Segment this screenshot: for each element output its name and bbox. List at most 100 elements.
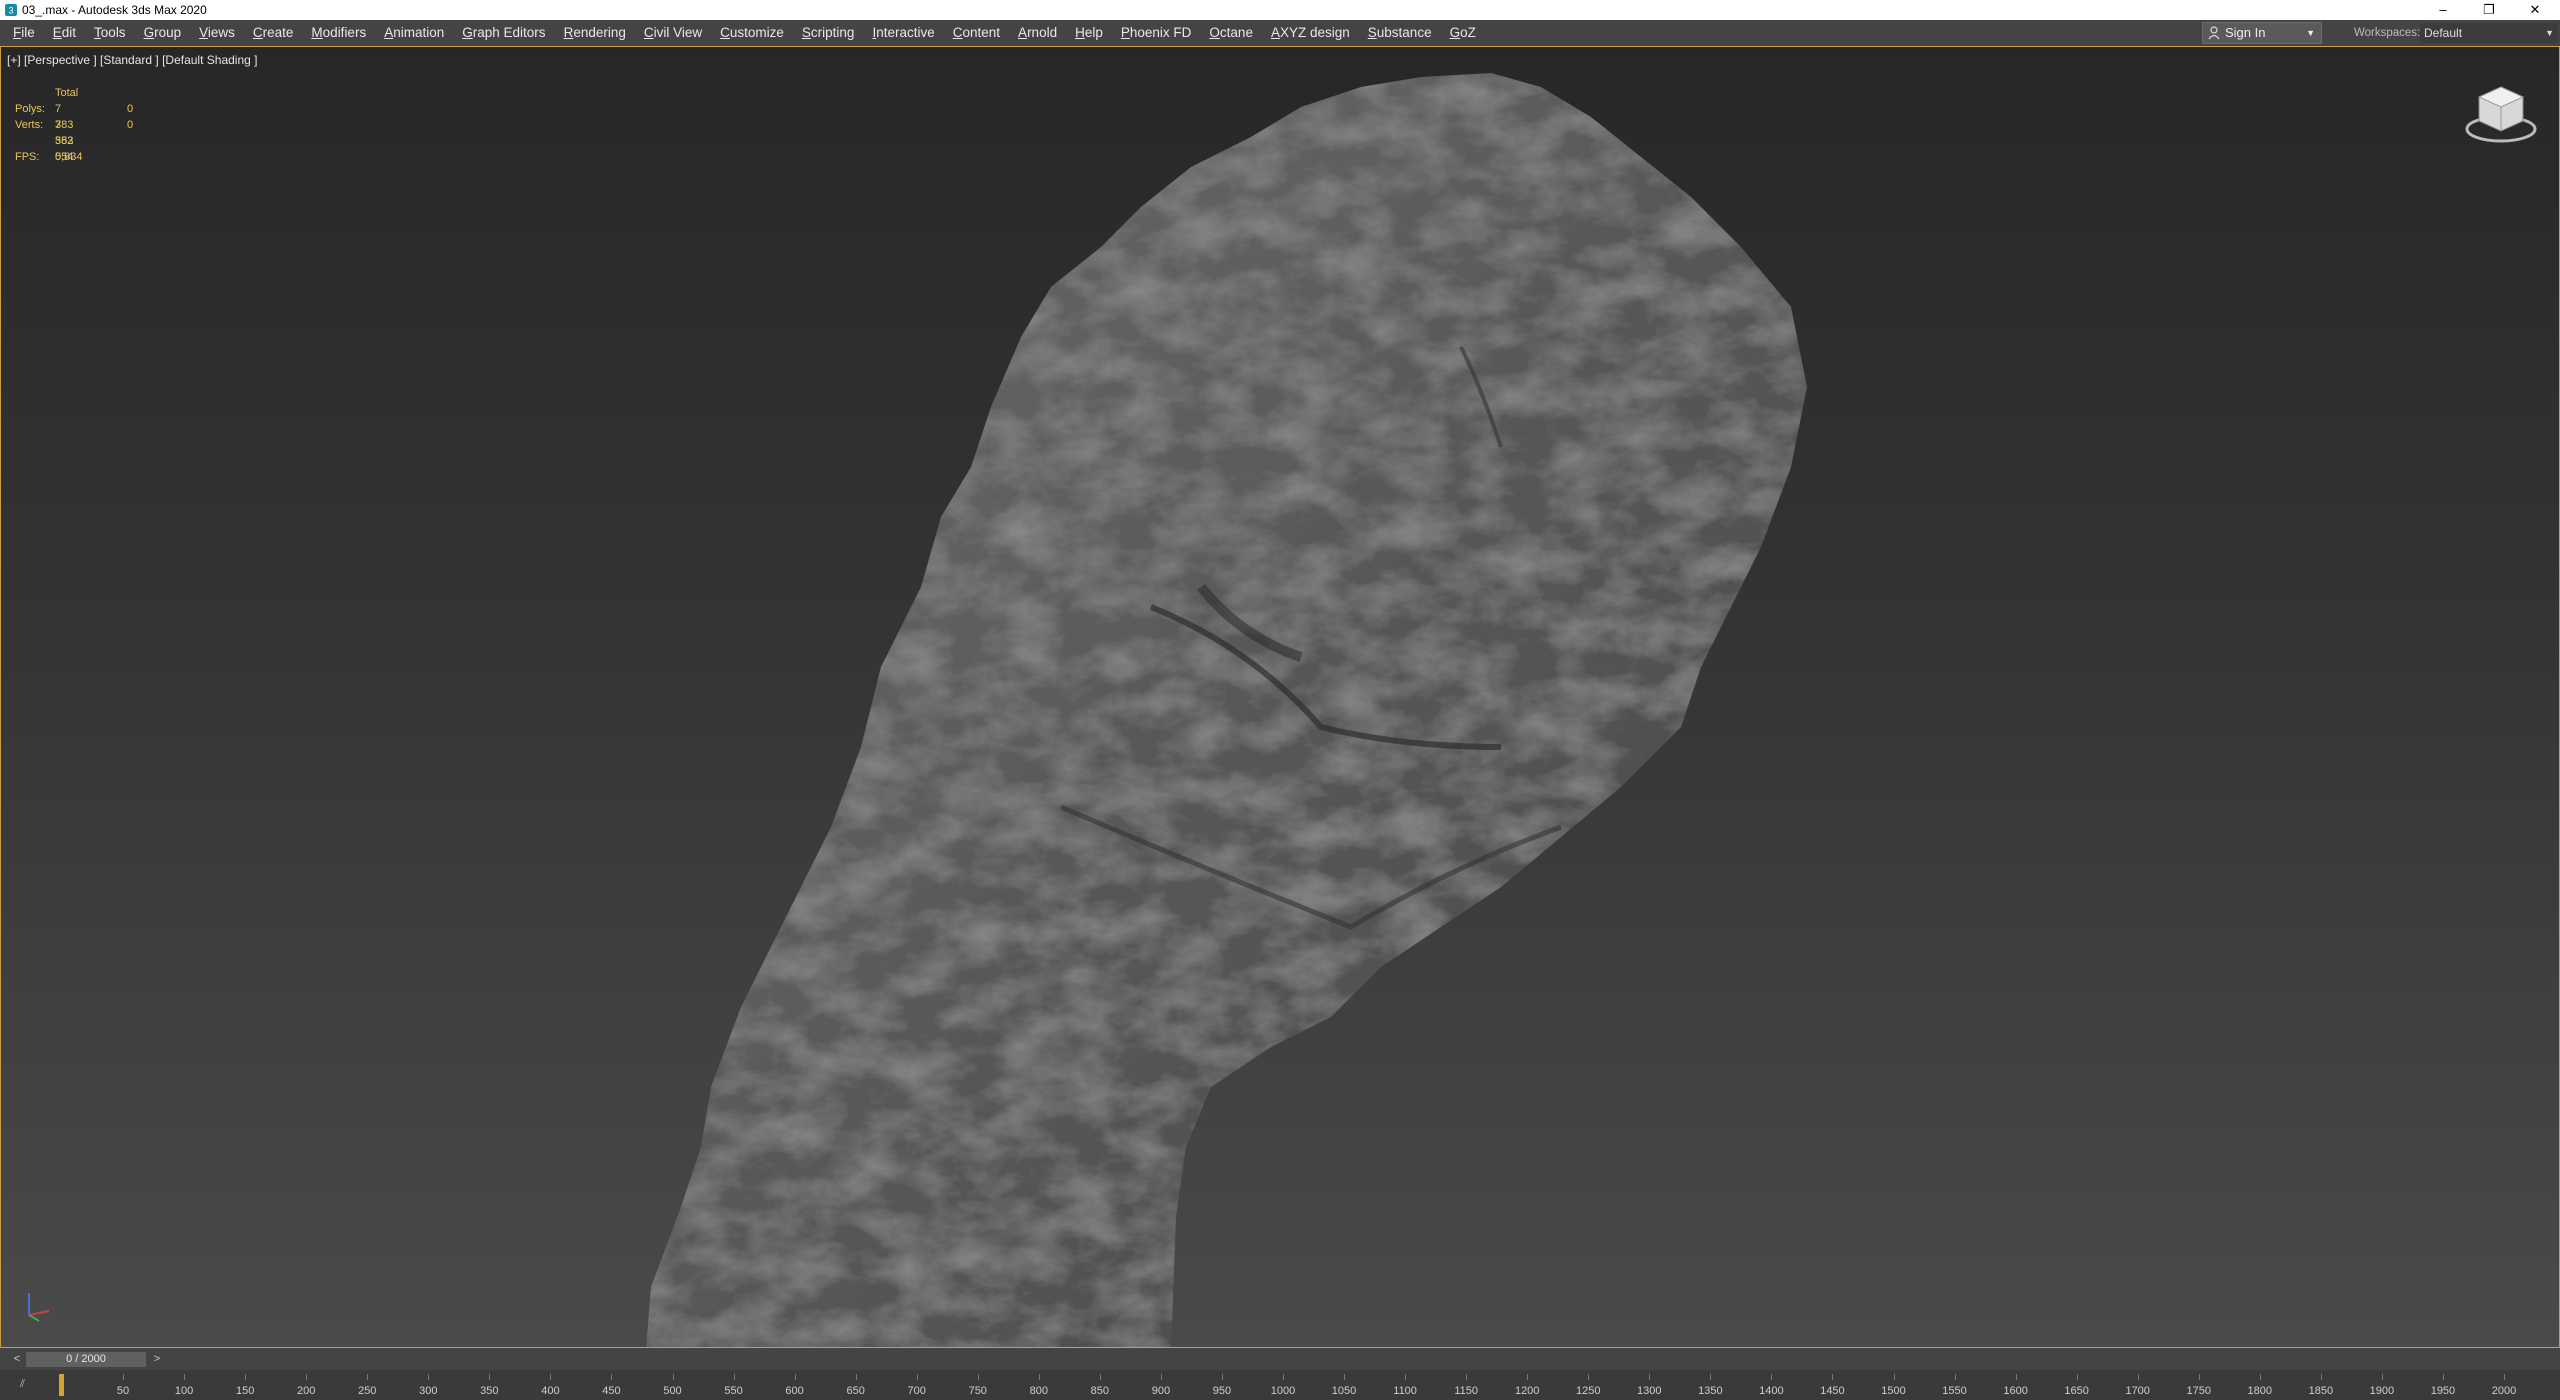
tick-label: 1550 <box>1942 1385 1967 1397</box>
tick-label: 1750 <box>2186 1385 2211 1397</box>
menu-help[interactable]: Help <box>1066 20 1112 46</box>
sign-in-label: Sign In <box>2225 25 2266 40</box>
menu-tools[interactable]: Tools <box>85 20 135 46</box>
menu-scripting[interactable]: Scripting <box>793 20 864 46</box>
menu-customize[interactable]: Customize <box>711 20 793 46</box>
tick-label: 1400 <box>1759 1385 1784 1397</box>
viewport-label[interactable]: [+] [Perspective ] [Standard ] [Default … <box>7 53 257 67</box>
fps-value: 0,834 <box>55 151 83 163</box>
minimize-button[interactable]: – <box>2420 0 2466 20</box>
window-title: 03_.max - Autodesk 3ds Max 2020 <box>22 3 207 17</box>
tick-label: 1450 <box>1820 1385 1845 1397</box>
menu-substance[interactable]: Substance <box>1359 20 1441 46</box>
menu-modifiers[interactable]: Modifiers <box>302 20 375 46</box>
time-slider-handle[interactable]: 0 / 2000 <box>26 1352 146 1367</box>
tick-label: 1300 <box>1637 1385 1662 1397</box>
previous-frame-button[interactable]: < <box>10 1352 24 1366</box>
tick-mark <box>428 1374 430 1380</box>
tick-mark <box>1954 1374 1956 1380</box>
tick-mark <box>1038 1374 1040 1380</box>
tick-mark <box>2198 1374 2200 1380</box>
tick-mark <box>977 1374 979 1380</box>
tick-label: 1650 <box>2064 1385 2089 1397</box>
curve-editor-icon[interactable]: ⫽ <box>20 1378 25 1391</box>
menu-animation[interactable]: Animation <box>375 20 453 46</box>
workspaces-label: Workspaces: <box>2354 27 2421 39</box>
tick-label: 800 <box>1029 1385 1048 1397</box>
track-bar[interactable]: ⫽ 50 100 150 200 250 300 350 400 450 500 550 600 650… <box>0 1370 2560 1400</box>
tick-mark <box>1893 1374 1895 1380</box>
menu-file[interactable]: File <box>4 20 44 46</box>
menu-graph-editors[interactable]: Graph Editors <box>453 20 554 46</box>
menu-rendering[interactable]: Rendering <box>555 20 635 46</box>
tick-mark <box>733 1374 735 1380</box>
menu-edit[interactable]: Edit <box>44 20 85 46</box>
tick-mark <box>1588 1374 1590 1380</box>
tick-mark <box>245 1374 247 1380</box>
tick-label: 100 <box>174 1385 194 1397</box>
tick-label: 1900 <box>2369 1385 2395 1397</box>
perspective-viewport[interactable]: [+] [Perspective ] [Standard ] [Default … <box>0 46 2560 1348</box>
tick-label: 1800 <box>2247 1385 2273 1397</box>
tick-mark <box>1099 1374 1101 1380</box>
tick-label: 700 <box>907 1385 926 1397</box>
tick-label: 1950 <box>2430 1385 2456 1397</box>
tick-mark <box>1344 1374 1346 1380</box>
time-slider: < 0 / 2000 > <box>0 1348 2560 1370</box>
tick-label: 950 <box>1212 1385 1232 1397</box>
menu-group[interactable]: Group <box>135 20 191 46</box>
tick-mark <box>1527 1374 1529 1380</box>
tick-label: 250 <box>358 1385 377 1397</box>
tick-mark <box>1283 1374 1284 1380</box>
tick-label: 1600 <box>2003 1385 2028 1397</box>
restore-button[interactable]: ❐ <box>2466 0 2512 20</box>
close-button[interactable]: ✕ <box>2512 0 2558 20</box>
menu-phoenix-fd[interactable]: Phoenix FD <box>1112 20 1201 46</box>
sign-in-dropdown[interactable]: Sign In ▼ <box>2202 22 2322 44</box>
tick-mark <box>1405 1374 1407 1380</box>
menu-interactive[interactable]: Interactive <box>863 20 943 46</box>
polys-label: Polys: <box>15 103 45 115</box>
menu-create[interactable]: Create <box>244 20 303 46</box>
tick-label: 750 <box>968 1385 987 1397</box>
tick-mark <box>2442 1374 2444 1380</box>
tick-mark <box>1771 1374 1773 1380</box>
tick-mark <box>1710 1374 1712 1380</box>
menu-civil-view[interactable]: Civil View <box>635 20 711 46</box>
tick-label: 400 <box>541 1385 560 1397</box>
tick-label: 500 <box>663 1385 682 1397</box>
tick-label: 1150 <box>1454 1385 1478 1397</box>
tick-label: 50 <box>116 1385 130 1397</box>
current-frame-marker[interactable] <box>59 1374 64 1396</box>
menu-content[interactable]: Content <box>944 20 1009 46</box>
viewcube-icon[interactable] <box>2461 77 2541 147</box>
tick-mark <box>489 1374 491 1380</box>
tick-mark <box>2504 1374 2505 1380</box>
tick-mark <box>1649 1374 1651 1380</box>
menu-arnold[interactable]: Arnold <box>1009 20 1066 46</box>
tick-mark <box>672 1374 674 1380</box>
tick-mark <box>2320 1374 2322 1380</box>
tick-label: 1500 <box>1881 1385 1906 1397</box>
stats-header: Total <box>55 87 79 99</box>
polys-selected: 0 <box>127 103 134 115</box>
menu-views[interactable]: Views <box>190 20 244 46</box>
menu-goz[interactable]: GoZ <box>1441 20 1485 46</box>
tick-mark <box>916 1374 918 1380</box>
tick-mark <box>2137 1374 2139 1380</box>
menu-octane[interactable]: Octane <box>1200 20 1262 46</box>
menu-items: File Edit Tools Group Views Create Modifiers An… <box>4 20 1485 46</box>
tick-mark <box>367 1374 369 1380</box>
tick-mark <box>2381 1374 2383 1380</box>
workspace-select[interactable]: Default ▼ <box>2420 23 2558 43</box>
tick-mark <box>306 1374 308 1380</box>
menu-axyz-design[interactable]: AXYZ design <box>1262 20 1359 46</box>
verts-selected: 0 <box>127 119 134 131</box>
tick-mark <box>2015 1374 2017 1380</box>
chevron-down-icon: ▼ <box>2306 28 2315 38</box>
tick-label: 1350 <box>1698 1385 1723 1397</box>
tick-mark <box>2076 1374 2078 1380</box>
tick-mark <box>1160 1374 1162 1380</box>
title-bar: 3 03_.max - Autodesk 3ds Max 2020 – ❐ ✕ <box>0 0 2560 20</box>
next-frame-button[interactable]: > <box>150 1352 164 1366</box>
